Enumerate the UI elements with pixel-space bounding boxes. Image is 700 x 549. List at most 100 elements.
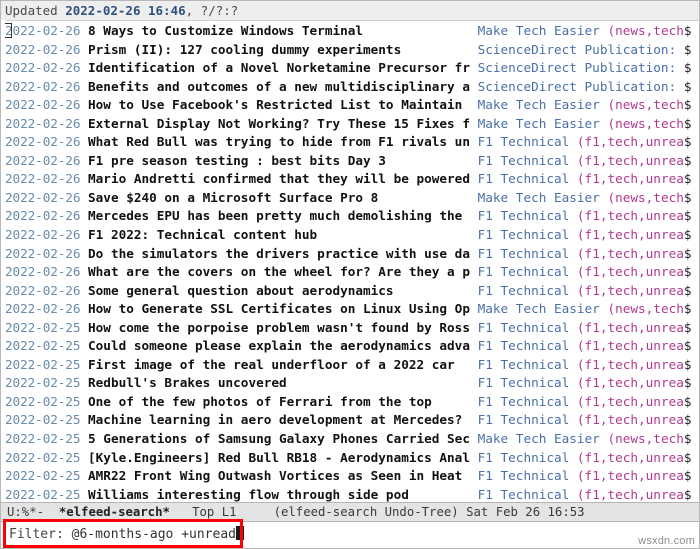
entry-feed-title[interactable]: F1 Technical: [478, 264, 570, 279]
entry-tags: (f1,tech,unrea: [576, 319, 684, 335]
entry-row[interactable]: 2022-02-26 How to Use Facebook's Restric…: [5, 96, 699, 115]
emacs-window: Updated 2022-02-26 16:46, ?/?:? 2022-02-…: [0, 0, 700, 549]
entry-row[interactable]: 2022-02-25 [Kyle.Engineers] Red Bull RB1…: [5, 449, 699, 468]
entry-row[interactable]: 2022-02-25 AMR22 Front Wing Outwash Vort…: [5, 467, 699, 486]
entry-title[interactable]: What Red Bull was trying to hide from F1…: [88, 134, 470, 149]
entry-feed-title[interactable]: F1 Technical: [478, 153, 570, 168]
entry-row[interactable]: 2022-02-25 One of the few photos of Ferr…: [5, 393, 699, 412]
title-gap: [394, 283, 478, 298]
entry-title[interactable]: [Kyle.Engineers] Red Bull RB18 - Aerodyn…: [88, 450, 470, 465]
entry-title[interactable]: 8 Ways to Customize Windows Terminal: [88, 23, 363, 38]
title-gap: [317, 227, 477, 242]
entry-tags: (f1,tech,unrea: [576, 227, 684, 243]
entry-title[interactable]: F1 pre season testing : best bits Day 3: [88, 153, 386, 168]
entry-feed-title[interactable]: Make Tech Easier: [478, 116, 600, 131]
entry-title[interactable]: Mercedes EPU has been pretty much demoli…: [88, 208, 462, 223]
entry-row[interactable]: 2022-02-25 Could someone please explain …: [5, 337, 699, 356]
text-cursor: [236, 526, 244, 540]
entry-row[interactable]: 2022-02-26 What are the covers on the wh…: [5, 263, 699, 282]
entry-title[interactable]: AMR22 Front Wing Outwash Vortices as See…: [88, 468, 462, 483]
entry-row[interactable]: 2022-02-26 Mario Andretti confirmed that…: [5, 170, 699, 189]
entry-feed-title[interactable]: F1 Technical: [478, 283, 570, 298]
entry-row[interactable]: 2022-02-26 F1 pre season testing : best …: [5, 152, 699, 171]
entry-feed-title[interactable]: F1 Technical: [478, 338, 570, 353]
entry-title[interactable]: Machine learning in aero development at …: [88, 412, 462, 427]
title-gap: [455, 357, 478, 372]
entry-title[interactable]: F1 2022: Technical content hub: [88, 227, 317, 242]
line-truncation-marker: $: [683, 189, 692, 205]
filter-input[interactable]: @6-months-ago +unread: [72, 527, 236, 542]
elfeed-entry-list[interactable]: 2022-02-26 8 Ways to Customize Windows T…: [1, 21, 699, 502]
entry-feed-title[interactable]: F1 Technical: [478, 357, 570, 372]
entry-row[interactable]: 2022-02-26 Some general question about a…: [5, 282, 699, 301]
feed-gap: [676, 42, 684, 57]
entry-feed-title[interactable]: ScienceDirect Publication:: [478, 42, 677, 57]
entry-row[interactable]: 2022-02-26 External Display Not Working?…: [5, 115, 699, 134]
entry-title[interactable]: Some general question about aerodynamics: [88, 283, 394, 298]
entry-title[interactable]: Do the simulators the drivers practice w…: [88, 246, 470, 261]
entry-title[interactable]: What are the covers on the wheel for? Ar…: [88, 264, 470, 279]
entry-feed-title[interactable]: Make Tech Easier: [478, 97, 600, 112]
entry-row[interactable]: 2022-02-25 Redbull's Brakes uncovered F1…: [5, 374, 699, 393]
entry-feed-title[interactable]: ScienceDirect Publication:: [478, 60, 677, 75]
entry-title[interactable]: Identification of a Novel Norketamine Pr…: [88, 60, 470, 75]
entry-date: 2022-02-26: [5, 97, 81, 113]
entry-title[interactable]: External Display Not Working? Try These …: [88, 116, 470, 131]
entry-title[interactable]: First image of the real underfloor of a …: [88, 357, 455, 372]
entry-row[interactable]: 2022-02-26 8 Ways to Customize Windows T…: [5, 22, 699, 41]
entry-row[interactable]: 2022-02-25 How come the porpoise problem…: [5, 319, 699, 338]
entry-row[interactable]: 2022-02-26 Prism (II): 127 cooling dummy…: [5, 41, 699, 60]
entry-row[interactable]: 2022-02-25 Williams interesting flow thr…: [5, 486, 699, 502]
entry-title[interactable]: How come the porpoise problem wasn't fou…: [88, 320, 470, 335]
entry-title[interactable]: Save $240 on a Microsoft Surface Pro 8: [88, 190, 378, 205]
entry-feed-title[interactable]: F1 Technical: [478, 134, 570, 149]
entry-title[interactable]: Prism (II): 127 cooling dummy experiment…: [88, 42, 401, 57]
entry-feed-title[interactable]: Make Tech Easier: [478, 431, 600, 446]
entry-feed-title[interactable]: Make Tech Easier: [478, 23, 600, 38]
mode-line[interactable]: U:%*- *elfeed-search* Top L1 (elfeed-sea…: [1, 502, 699, 522]
entry-title[interactable]: Benefits and outcomes of a new multidisc…: [88, 79, 470, 94]
entry-row[interactable]: 2022-02-25 Machine learning in aero deve…: [5, 411, 699, 430]
entry-title[interactable]: Mario Andretti confirmed that they will …: [88, 171, 470, 186]
entry-feed-title[interactable]: F1 Technical: [478, 171, 570, 186]
entry-feed-title[interactable]: F1 Technical: [478, 246, 570, 261]
entry-row[interactable]: 2022-02-26 Mercedes EPU has been pretty …: [5, 207, 699, 226]
entry-feed-title[interactable]: F1 Technical: [478, 487, 570, 502]
entry-title[interactable]: How to Use Facebook's Restricted List to…: [88, 97, 462, 112]
entry-feed-title[interactable]: Make Tech Easier: [478, 301, 600, 316]
title-gap: [470, 301, 478, 316]
minibuffer[interactable]: Filter: @6-months-ago +unread: [1, 522, 699, 548]
entry-tags: (f1,tech,unrea: [576, 152, 684, 168]
entry-row[interactable]: 2022-02-26 What Red Bull was trying to h…: [5, 133, 699, 152]
entry-title[interactable]: One of the few photos of Ferrari from th…: [88, 394, 432, 409]
entry-tags: (news,tech: [607, 23, 684, 38]
entry-feed-title[interactable]: F1 Technical: [478, 468, 570, 483]
entry-row[interactable]: 2022-02-26 F1 2022: Technical content hu…: [5, 226, 699, 245]
entry-feed-title[interactable]: F1 Technical: [478, 227, 570, 242]
entry-date: 2022-02-25: [5, 393, 81, 409]
entry-feed-title[interactable]: F1 Technical: [478, 450, 570, 465]
entry-feed-title[interactable]: F1 Technical: [478, 375, 570, 390]
entry-title[interactable]: Could someone please explain the aerodyn…: [88, 338, 470, 353]
entry-row[interactable]: 2022-02-26 Save $240 on a Microsoft Surf…: [5, 189, 699, 208]
entry-tags: (f1,tech,unrea: [576, 412, 684, 428]
entry-row[interactable]: 2022-02-25 First image of the real under…: [5, 356, 699, 375]
header-entry-counts: , ?/?:?: [185, 3, 239, 18]
entry-row[interactable]: 2022-02-26 Identification of a Novel Nor…: [5, 59, 699, 78]
entry-row[interactable]: 2022-02-25 5 Generations of Samsung Gala…: [5, 430, 699, 449]
entry-feed-title[interactable]: ScienceDirect Publication:: [478, 79, 677, 94]
entry-row[interactable]: 2022-02-26 Benefits and outcomes of a ne…: [5, 78, 699, 97]
entry-title[interactable]: Williams interesting flow through side p…: [88, 487, 409, 502]
entry-feed-title[interactable]: F1 Technical: [478, 394, 570, 409]
entry-row[interactable]: 2022-02-26 How to Generate SSL Certifica…: [5, 300, 699, 319]
entry-title[interactable]: 5 Generations of Samsung Galaxy Phones C…: [88, 431, 470, 446]
entry-feed-title[interactable]: F1 Technical: [478, 208, 570, 223]
entry-feed-title[interactable]: F1 Technical: [478, 412, 570, 427]
entry-row[interactable]: 2022-02-26 Do the simulators the drivers…: [5, 245, 699, 264]
entry-feed-title[interactable]: F1 Technical: [478, 320, 570, 335]
entry-title[interactable]: Redbull's Brakes uncovered: [88, 375, 287, 390]
filter-prompt-label: Filter:: [9, 527, 64, 542]
title-gap: [470, 246, 478, 261]
entry-feed-title[interactable]: Make Tech Easier: [478, 190, 600, 205]
entry-title[interactable]: How to Generate SSL Certificates on Linu…: [88, 301, 470, 316]
